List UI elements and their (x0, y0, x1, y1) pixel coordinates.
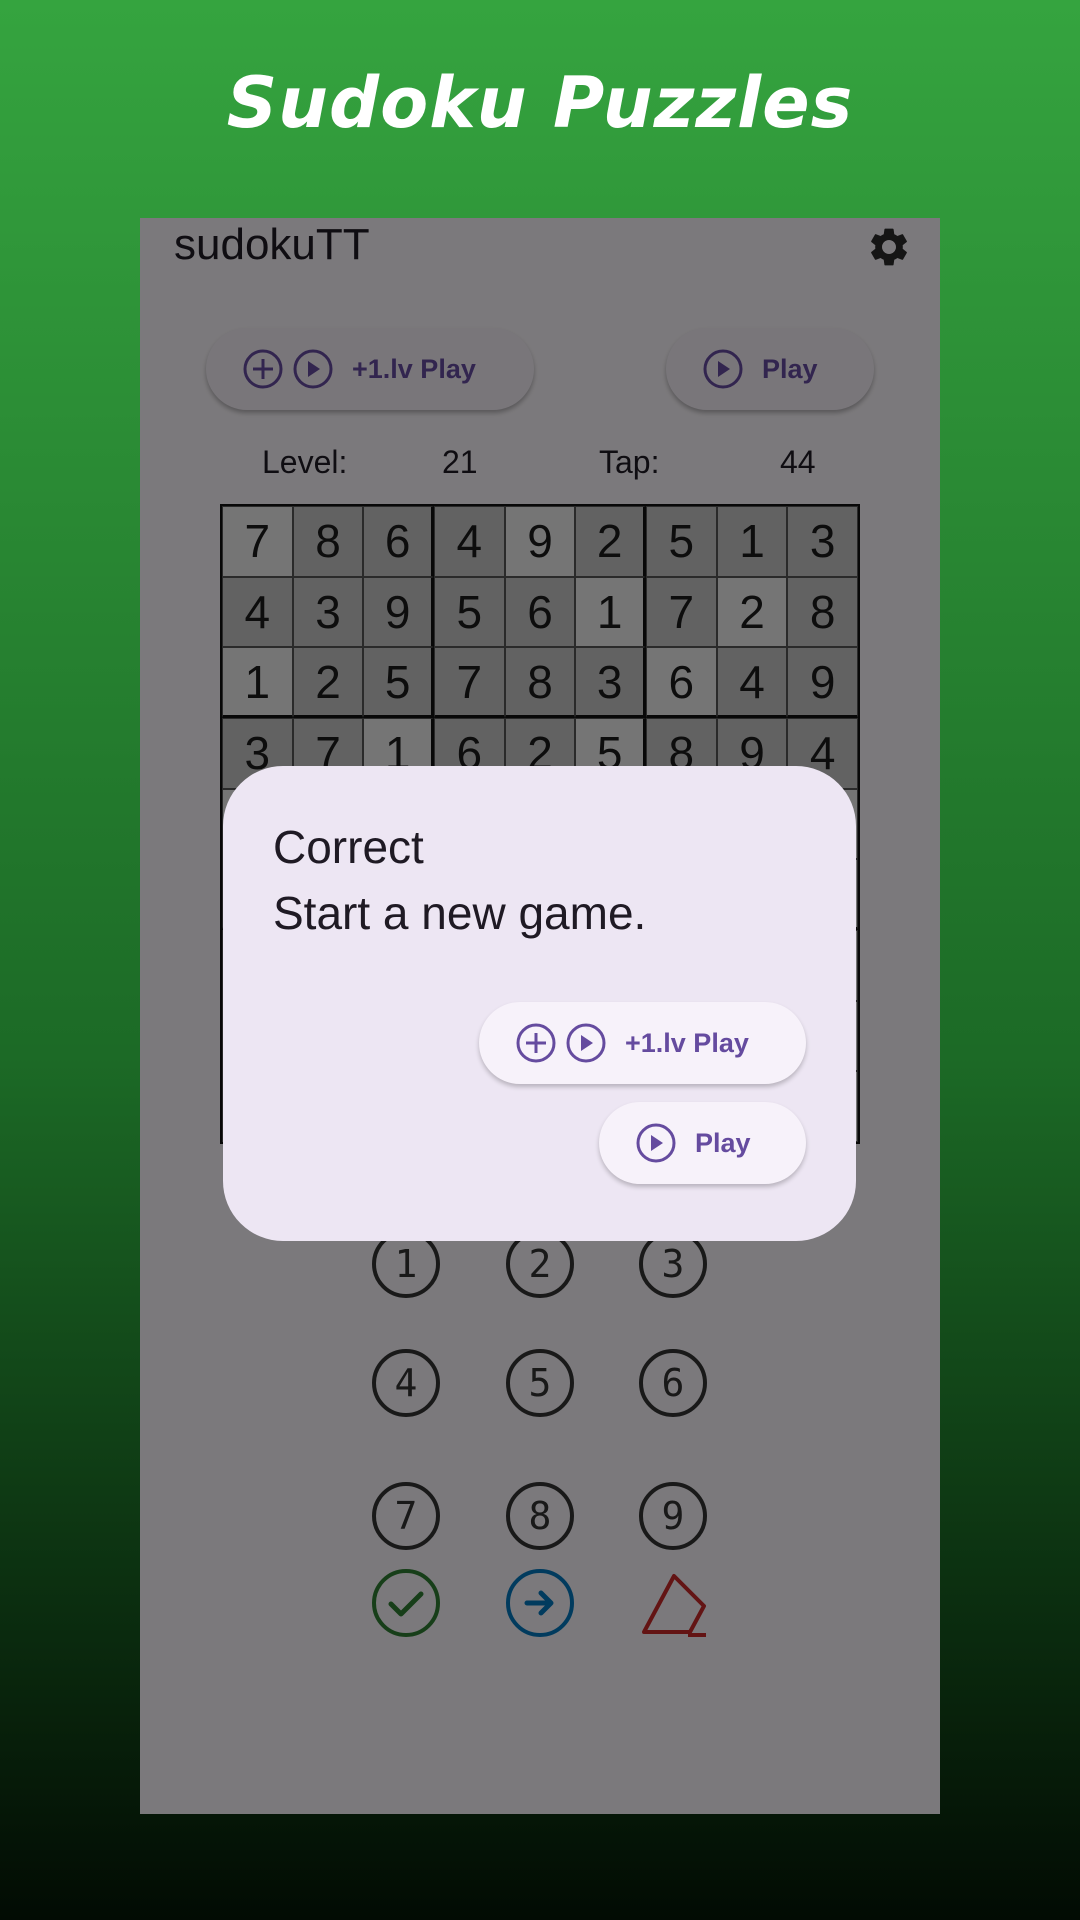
play-circle-icon (566, 1023, 606, 1063)
dialog-level-play-label: +1.lv Play (625, 1027, 749, 1058)
dialog-play-button[interactable]: Play (599, 1102, 806, 1184)
dialog-play-label: Play (695, 1127, 751, 1158)
promo-title: Sudoku Puzzles (226, 62, 854, 144)
result-dialog: Correct Start a new game. +1.lv Play Pla… (223, 766, 856, 1241)
play-circle-icon (636, 1123, 676, 1163)
dialog-level-play-button[interactable]: +1.lv Play (479, 1002, 806, 1084)
dialog-message: Start a new game. (273, 887, 647, 939)
plus-circle-icon (516, 1023, 556, 1063)
dialog-title: Correct (273, 821, 424, 873)
